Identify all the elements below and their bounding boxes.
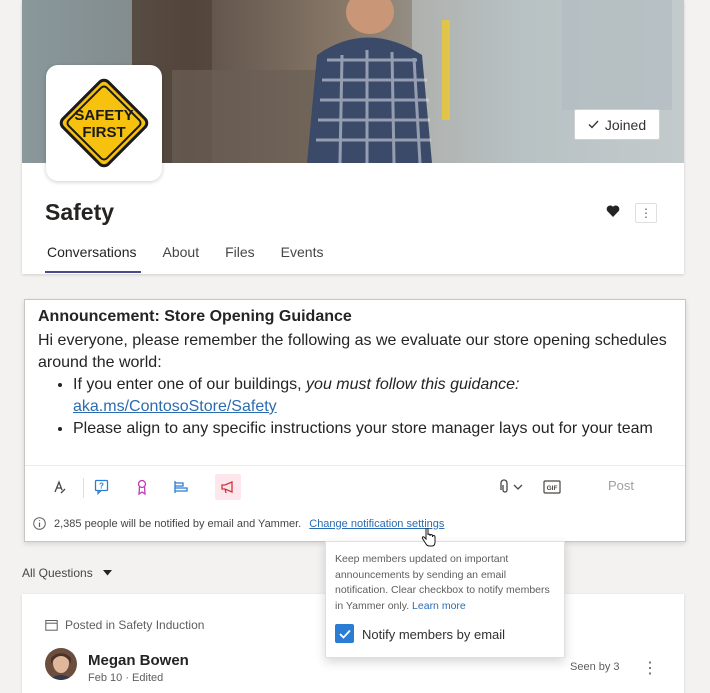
tab-about[interactable]: About	[163, 244, 200, 260]
toolbar-divider	[83, 478, 84, 498]
post-more-options-icon[interactable]: ⋮	[642, 658, 658, 678]
logo-text-line1: SAFETY	[74, 107, 133, 124]
posted-in-text[interactable]: Posted in Safety Induction	[65, 618, 204, 632]
praise-icon[interactable]	[129, 474, 155, 500]
learn-more-link[interactable]: Learn more	[412, 600, 466, 612]
caret-down-icon	[102, 570, 112, 576]
popover-description: Keep members updated on important announ…	[335, 552, 560, 614]
tab-conversations[interactable]: Conversations	[45, 244, 140, 273]
logo-text-line2: FIRST	[82, 124, 125, 141]
composer-toolbar: ? GIF Post	[25, 470, 685, 505]
announcement-icon[interactable]	[215, 474, 241, 500]
post-date: Feb 10	[88, 672, 123, 684]
avatar[interactable]	[45, 648, 77, 680]
toolbar-divider	[25, 465, 685, 466]
hand-cursor-icon	[421, 528, 436, 547]
seen-by[interactable]: Seen by 3	[570, 661, 620, 673]
bullet1-text: If you enter one of our buildings,	[73, 376, 307, 393]
format-text-icon[interactable]	[46, 474, 72, 500]
bullet1-emphasis: you must follow this guidance:	[306, 376, 520, 393]
joined-label: Joined	[604, 116, 647, 133]
edited-label: Edited	[132, 672, 164, 684]
question-filter-dropdown[interactable]: All Questions	[22, 566, 112, 580]
group-logo: SAFETY FIRST	[46, 65, 162, 181]
announcement-body[interactable]: Hi everyone, please remember the followi…	[38, 330, 683, 440]
checkmark-icon	[588, 120, 599, 129]
notification-count-text: 2,385 people will be notified by email a…	[54, 517, 302, 530]
filter-label: All Questions	[22, 566, 93, 580]
notification-info: 2,385 people will be notified by email a…	[33, 517, 444, 530]
heart-icon[interactable]	[606, 204, 620, 218]
announcement-composer[interactable]: Announcement: Store Opening Guidance Hi …	[24, 299, 686, 542]
gif-icon[interactable]: GIF	[539, 474, 565, 500]
announcement-intro: Hi everyone, please remember the followi…	[38, 332, 667, 371]
joined-button[interactable]: Joined	[574, 109, 660, 140]
author-name[interactable]: Megan Bowen	[88, 652, 189, 669]
notify-by-email-label[interactable]: Notify members by email	[362, 627, 505, 642]
tab-files[interactable]: Files	[225, 244, 255, 260]
more-options-icon[interactable]: ⋮	[635, 203, 657, 223]
svg-text:?: ?	[99, 482, 104, 491]
group-tabs: Conversations About Files Events	[45, 244, 349, 273]
announcement-list: If you enter one of our buildings, you m…	[73, 374, 683, 440]
group-title: Safety	[45, 199, 115, 225]
notification-settings-popover: Keep members updated on important announ…	[325, 541, 565, 658]
guidance-link[interactable]: aka.ms/ContosoStore/Safety	[73, 398, 277, 415]
question-icon[interactable]: ?	[89, 474, 115, 500]
announcement-title[interactable]: Announcement: Store Opening Guidance	[38, 308, 352, 326]
attach-icon[interactable]	[495, 474, 529, 500]
poll-icon[interactable]	[168, 474, 194, 500]
posted-in: Posted in Safety Induction	[45, 618, 204, 632]
svg-text:GIF: GIF	[547, 485, 558, 492]
checkmark-icon	[338, 629, 351, 639]
group-header-card: SAFETY FIRST Joined Safety ⋮ Conversatio…	[22, 0, 684, 274]
notify-by-email-checkbox[interactable]	[335, 624, 354, 643]
tab-events[interactable]: Events	[281, 244, 324, 260]
list-item: Please align to any specific instruction…	[73, 418, 683, 440]
calendar-icon	[45, 620, 58, 631]
post-meta: Feb 10 · Edited	[88, 672, 163, 684]
info-icon	[33, 517, 46, 530]
list-item: If you enter one of our buildings, you m…	[73, 374, 683, 418]
post-button[interactable]: Post	[608, 478, 634, 493]
